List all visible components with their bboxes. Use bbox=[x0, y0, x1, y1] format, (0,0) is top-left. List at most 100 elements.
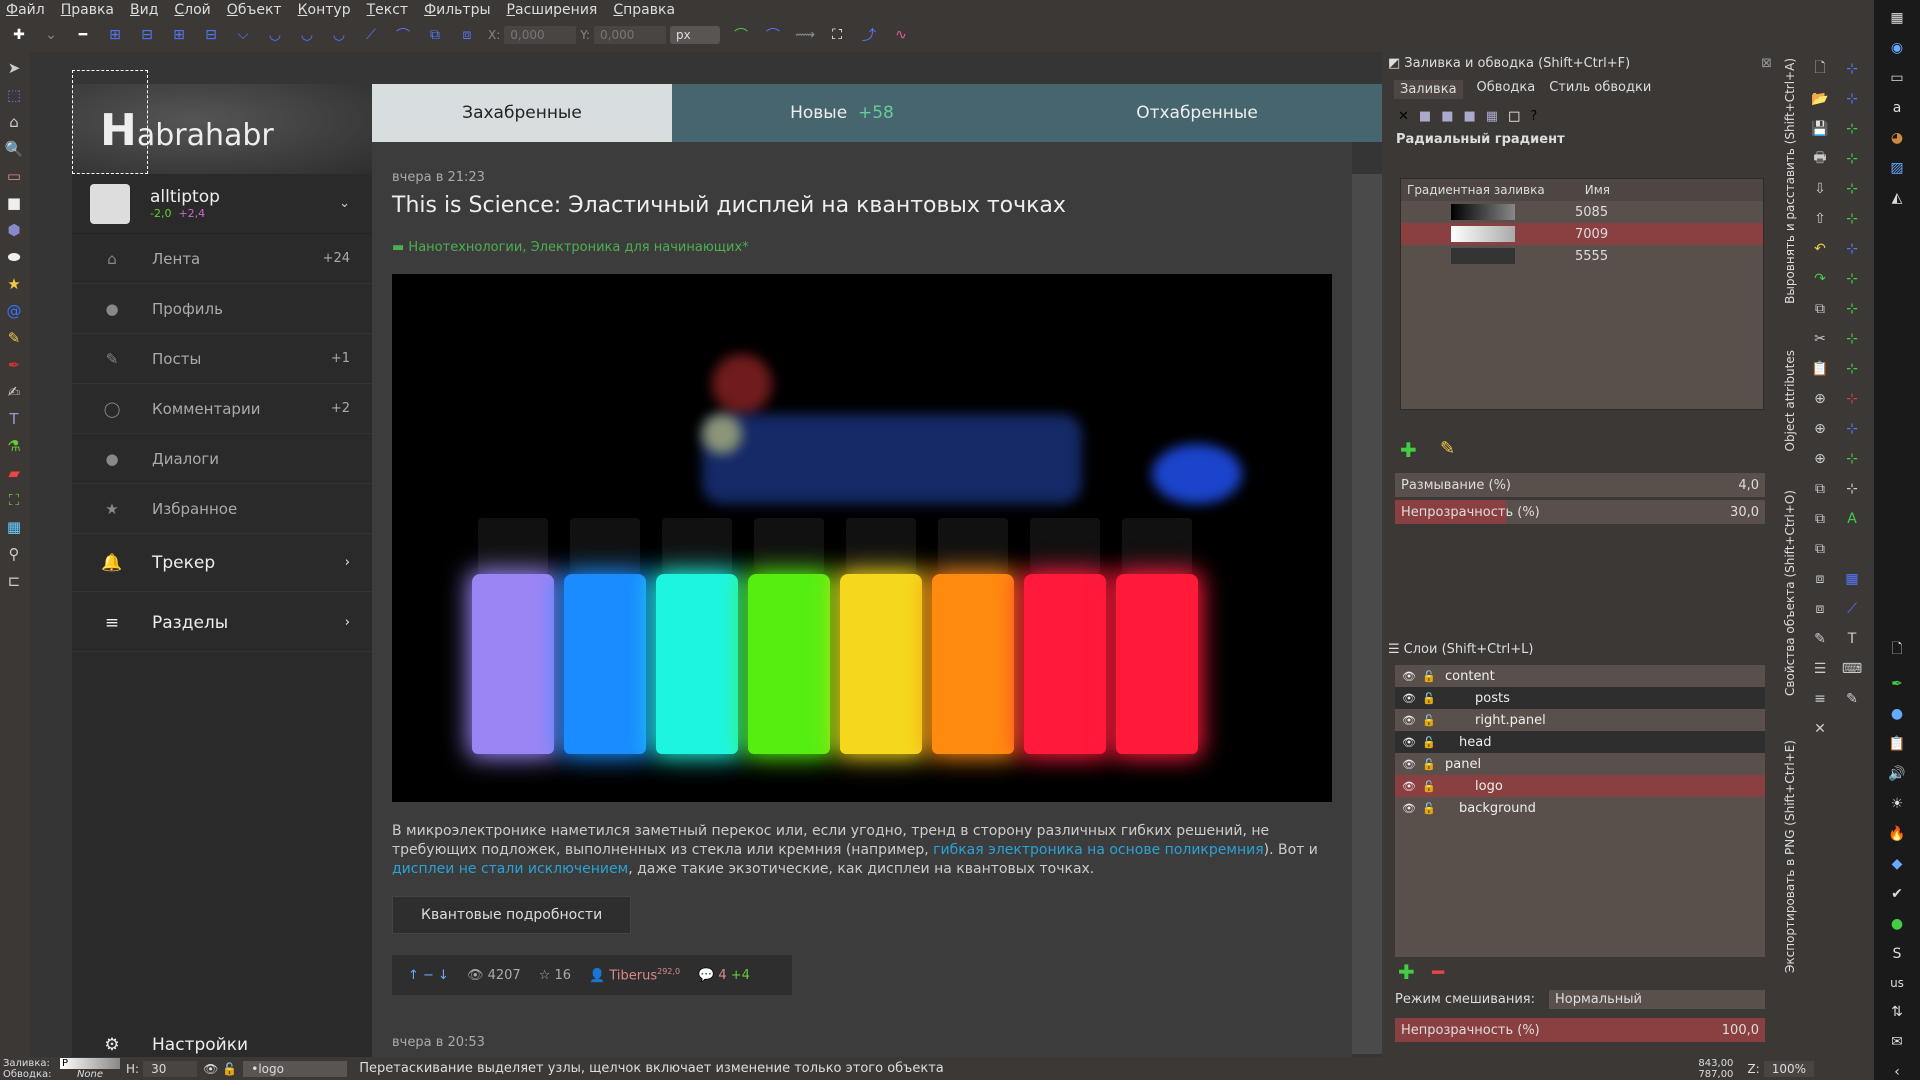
eye-icon[interactable]: 👁 bbox=[203, 1062, 218, 1076]
files-icon[interactable]: 🗋 bbox=[1891, 638, 1902, 662]
snap-text-baseline-icon[interactable]: A bbox=[1838, 506, 1866, 532]
clipboard-icon[interactable]: 📋 bbox=[1888, 736, 1905, 752]
flat-color-icon[interactable]: ■ bbox=[1419, 109, 1431, 124]
more-icon[interactable]: ‹ bbox=[1894, 1064, 1900, 1080]
gimp-icon[interactable]: ◕ bbox=[1891, 130, 1903, 146]
layer-row[interactable]: 👁 🔓 content bbox=[1395, 665, 1765, 687]
smooth-node-icon[interactable]: ◡ bbox=[264, 24, 286, 46]
avatar[interactable] bbox=[90, 183, 130, 224]
star-tool-icon[interactable]: ★ bbox=[3, 272, 25, 295]
eye-icon[interactable]: 👁 bbox=[1399, 802, 1419, 815]
terminal-icon[interactable]: ▭ bbox=[1890, 70, 1903, 86]
show-outline-icon[interactable]: ⌒ bbox=[762, 24, 784, 46]
nav-posts[interactable]: ✎ Посты +1 bbox=[72, 334, 372, 384]
user-block[interactable]: alltiptop -2,0 +2,4 ⌄ bbox=[72, 174, 372, 234]
document-props-icon[interactable]: ✕ bbox=[1806, 716, 1834, 742]
eye-icon[interactable]: 👁 bbox=[1399, 714, 1419, 727]
y-input[interactable]: 0,000 bbox=[594, 26, 667, 44]
menu-edit[interactable]: Правка bbox=[61, 2, 114, 18]
snap-midpoint-icon[interactable]: ⊹ bbox=[1838, 266, 1866, 292]
network-icon[interactable]: ⇅ bbox=[1891, 1004, 1903, 1020]
zoom-selection-icon[interactable]: ⊕ bbox=[1806, 386, 1834, 412]
linear-gradient-icon[interactable]: ■ bbox=[1441, 109, 1453, 124]
snap-center-icon[interactable]: ⊹ bbox=[1838, 296, 1866, 322]
author[interactable]: 👤 Tiberus292,0 bbox=[589, 967, 680, 983]
current-layer-select[interactable]: •logo bbox=[243, 1060, 348, 1077]
paste-icon[interactable]: 📋 bbox=[1806, 356, 1834, 382]
cusp-node-icon[interactable]: ⌵ bbox=[232, 24, 254, 46]
layer-row[interactable]: 👁 🔓 posts bbox=[1395, 687, 1765, 709]
spiral-tool-icon[interactable]: @ bbox=[3, 299, 25, 322]
tab-stroke-paint[interactable]: Обводка bbox=[1477, 80, 1536, 99]
delete-node-icon[interactable]: ━ bbox=[72, 24, 94, 46]
tweak-tool-icon[interactable]: ⌂ bbox=[3, 110, 25, 133]
join-nodes-icon[interactable]: ⊞ bbox=[104, 24, 126, 46]
gradient-row-selected[interactable]: 7009 bbox=[1401, 223, 1763, 245]
opacity-value[interactable]: 30,0 bbox=[1730, 505, 1759, 520]
eye-icon[interactable]: 👁 bbox=[1399, 758, 1419, 771]
selection-box[interactable] bbox=[72, 70, 148, 174]
dropbox-icon[interactable]: ◆ bbox=[1892, 856, 1903, 872]
path-effect-icon[interactable]: ⤴ bbox=[858, 24, 880, 46]
curve-segment-icon[interactable]: ⌒ bbox=[392, 24, 414, 46]
tab-stroke-style[interactable]: Стиль обводки bbox=[1549, 80, 1651, 99]
zoom-input[interactable]: 100% bbox=[1763, 1060, 1814, 1077]
gradient-row[interactable]: 5555 bbox=[1401, 245, 1763, 267]
tab-fill[interactable]: Заливка bbox=[1394, 80, 1463, 99]
group-icon[interactable]: ⧈ bbox=[1806, 566, 1834, 592]
eye-icon[interactable]: 👁 bbox=[1399, 692, 1419, 705]
tab-best[interactable]: Захабренные bbox=[372, 84, 672, 142]
zoom-page-icon[interactable]: ⊕ bbox=[1806, 446, 1834, 472]
duplicate-icon[interactable]: ⧉ bbox=[1806, 476, 1834, 502]
gradient-tool-icon[interactable]: ▦ bbox=[3, 515, 25, 538]
clone-icon[interactable]: ⧉ bbox=[1806, 506, 1834, 532]
new-doc-icon[interactable]: 🗋 bbox=[1806, 56, 1834, 82]
close-icon[interactable]: ⊠ bbox=[1761, 56, 1772, 71]
undo-icon[interactable]: ↶ bbox=[1806, 236, 1834, 262]
username[interactable]: alltiptop bbox=[150, 187, 220, 207]
chromium-icon[interactable]: ◉ bbox=[1891, 40, 1903, 56]
post-link[interactable]: гибкая электроника на основе поликремния bbox=[933, 842, 1263, 858]
stroke-value[interactable]: None bbox=[60, 1069, 120, 1080]
ok-icon[interactable]: ● bbox=[1891, 916, 1903, 932]
snap-edge-icon[interactable]: ⊹ bbox=[1838, 116, 1866, 142]
snap-others-icon[interactable]: ⊹ bbox=[1838, 476, 1866, 502]
grid-icon[interactable]: ▦ bbox=[1838, 566, 1866, 592]
snap-icon[interactable]: ⊹ bbox=[1838, 56, 1866, 82]
vote-buttons[interactable]: ↑ − ↓ bbox=[408, 968, 449, 983]
x-input[interactable]: 0,000 bbox=[504, 26, 577, 44]
radial-gradient-icon[interactable]: ■ bbox=[1464, 109, 1476, 124]
pencil-tool-icon[interactable]: ✎ bbox=[3, 326, 25, 349]
dropdown-icon[interactable]: ⌄ bbox=[40, 24, 62, 46]
connector-tool-icon[interactable]: ⊏ bbox=[3, 569, 25, 592]
blend-select[interactable]: Нормальный bbox=[1549, 990, 1765, 1009]
disc-icon[interactable]: ● bbox=[1891, 706, 1903, 722]
calligraphy-tool-icon[interactable]: ✍ bbox=[3, 380, 25, 403]
keyboard-layout[interactable]: us bbox=[1890, 976, 1904, 990]
line-segment-icon[interactable]: ⟋ bbox=[360, 24, 382, 46]
pen-icon[interactable]: ✒ bbox=[1891, 676, 1903, 692]
layer-opacity-value[interactable]: 100,0 bbox=[1722, 1023, 1759, 1038]
lock-icon[interactable]: 🔓 bbox=[1419, 670, 1439, 683]
add-gradient-icon[interactable]: ✚ bbox=[1400, 438, 1417, 462]
snap-grid-icon[interactable]: ⊹ bbox=[1838, 416, 1866, 442]
open-icon[interactable]: 📂 bbox=[1806, 86, 1834, 112]
tab-object-attributes[interactable]: Object attributes bbox=[1783, 350, 1797, 452]
fire-icon[interactable]: 🔥 bbox=[1888, 826, 1905, 842]
bspline-icon[interactable]: ∿ bbox=[890, 24, 912, 46]
nav-sections[interactable]: ≡ Разделы › bbox=[72, 594, 372, 652]
read-more-button[interactable]: Квантовые подробности bbox=[392, 896, 632, 934]
3dbox-tool-icon[interactable]: ⬢ bbox=[3, 218, 25, 241]
symmetric-node-icon[interactable]: ◡ bbox=[296, 24, 318, 46]
transform-handles-icon[interactable]: ⛶ bbox=[826, 24, 848, 46]
chevron-down-icon[interactable]: ⌄ bbox=[339, 196, 350, 211]
copy-icon[interactable]: ⧉ bbox=[1806, 296, 1834, 322]
edit-clip-icon[interactable]: ⟿ bbox=[794, 24, 816, 46]
unit-select[interactable]: px bbox=[670, 26, 721, 44]
post-title[interactable]: This is Science: Эластичный дисплей на к… bbox=[392, 193, 1066, 218]
remove-layer-icon[interactable]: ━ bbox=[1432, 960, 1444, 984]
comments[interactable]: 💬 4 +4 bbox=[698, 968, 750, 983]
edit-gradient-icon[interactable]: ✎ bbox=[1440, 438, 1455, 459]
nav-settings[interactable]: ⚙ Настройки bbox=[72, 1030, 372, 1060]
layer-row[interactable]: 👁 🔓 right.panel bbox=[1395, 709, 1765, 731]
